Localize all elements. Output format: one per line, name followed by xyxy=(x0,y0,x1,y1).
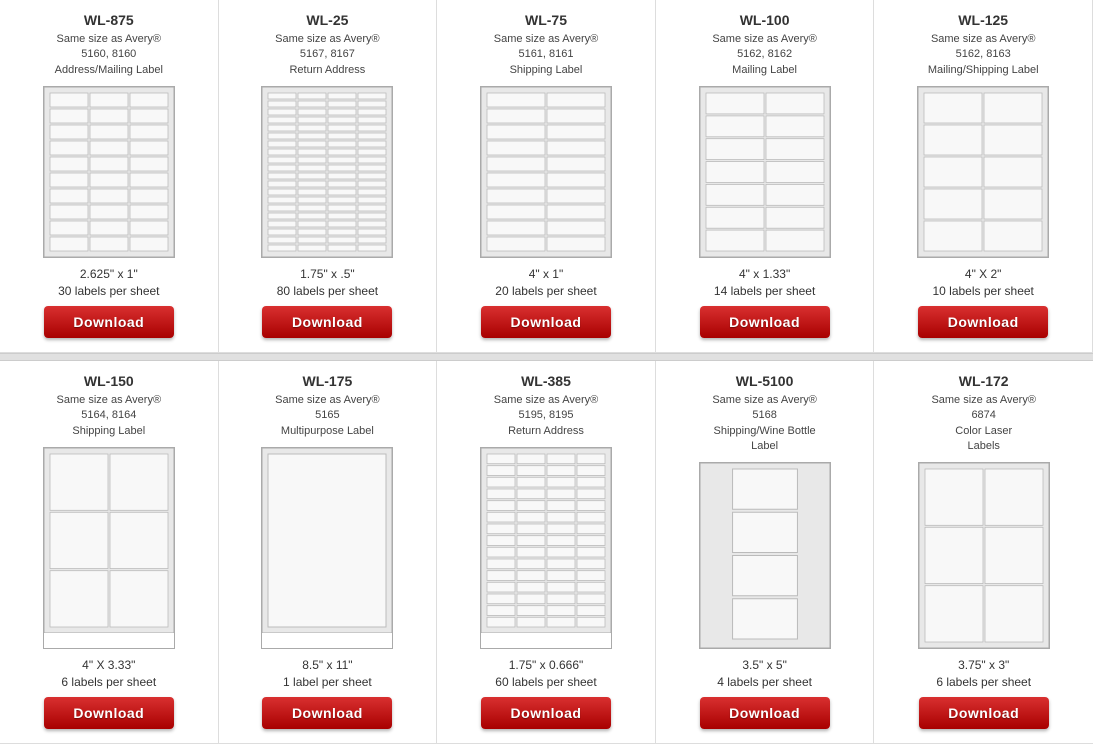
card-size-wl-385: 1.75" x 0.666"60 labels per sheet xyxy=(495,657,596,691)
card-title-wl-175: WL-175 xyxy=(302,373,352,389)
card-size-wl-175: 8.5" x 11"1 label per sheet xyxy=(283,657,372,691)
card-size-wl-25: 1.75" x .5"80 labels per sheet xyxy=(277,266,378,300)
download-button-wl-25[interactable]: Download xyxy=(262,306,392,338)
card-subtitle-wl-175: Same size as Avery®5165Multipurpose Labe… xyxy=(275,393,380,439)
download-button-wl-385[interactable]: Download xyxy=(481,697,611,729)
card-subtitle-wl-875: Same size as Avery®5160, 8160Address/Mai… xyxy=(55,32,163,78)
card-preview-wl-5100 xyxy=(699,462,831,649)
download-button-wl-125[interactable]: Download xyxy=(918,306,1048,338)
card-preview-wl-172 xyxy=(918,462,1050,649)
card-wl-175: WL-175 Same size as Avery®5165Multipurpos… xyxy=(219,361,438,744)
card-preview-wl-125 xyxy=(917,86,1049,258)
main-grid: WL-875 Same size as Avery®5160, 8160Addre… xyxy=(0,0,1093,744)
card-subtitle-wl-25: Same size as Avery®5167, 8167Return Addr… xyxy=(275,32,380,78)
card-title-wl-172: WL-172 xyxy=(959,373,1009,389)
card-wl-172: WL-172 Same size as Avery®6874Color Laser… xyxy=(874,361,1093,744)
card-title-wl-100: WL-100 xyxy=(740,12,790,28)
download-button-wl-172[interactable]: Download xyxy=(919,697,1049,729)
card-wl-100: WL-100 Same size as Avery®5162, 8162Maili… xyxy=(656,0,875,353)
card-preview-wl-875 xyxy=(43,86,175,258)
card-size-wl-100: 4" x 1.33"14 labels per sheet xyxy=(714,266,815,300)
card-wl-75: WL-75 Same size as Avery®5161, 8161Shippi… xyxy=(437,0,656,353)
card-size-wl-172: 3.75" x 3"6 labels per sheet xyxy=(936,657,1031,691)
download-button-wl-875[interactable]: Download xyxy=(44,306,174,338)
download-button-wl-5100[interactable]: Download xyxy=(700,697,830,729)
card-preview-wl-100 xyxy=(699,86,831,258)
download-button-wl-100[interactable]: Download xyxy=(700,306,830,338)
card-subtitle-wl-5100: Same size as Avery®5168Shipping/Wine Bot… xyxy=(712,393,817,455)
card-subtitle-wl-150: Same size as Avery®5164, 8164Shipping La… xyxy=(57,393,162,439)
card-preview-wl-150 xyxy=(43,447,175,649)
card-size-wl-150: 4" X 3.33"6 labels per sheet xyxy=(61,657,156,691)
card-subtitle-wl-385: Same size as Avery®5195, 8195Return Addr… xyxy=(494,393,599,439)
card-size-wl-5100: 3.5" x 5"4 labels per sheet xyxy=(717,657,812,691)
card-subtitle-wl-100: Same size as Avery®5162, 8162Mailing Lab… xyxy=(712,32,817,78)
card-wl-5100: WL-5100 Same size as Avery®5168Shipping/W… xyxy=(656,361,875,744)
download-button-wl-75[interactable]: Download xyxy=(481,306,611,338)
card-wl-385: WL-385 Same size as Avery®5195, 8195Retur… xyxy=(437,361,656,744)
card-title-wl-25: WL-25 xyxy=(306,12,348,28)
card-wl-875: WL-875 Same size as Avery®5160, 8160Addre… xyxy=(0,0,219,353)
card-preview-wl-75 xyxy=(480,86,612,258)
card-preview-wl-175 xyxy=(261,447,393,649)
card-wl-150: WL-150 Same size as Avery®5164, 8164Shipp… xyxy=(0,361,219,744)
card-title-wl-875: WL-875 xyxy=(84,12,134,28)
card-wl-25: WL-25 Same size as Avery®5167, 8167Return… xyxy=(219,0,438,353)
card-subtitle-wl-75: Same size as Avery®5161, 8161Shipping La… xyxy=(494,32,599,78)
card-size-wl-125: 4" X 2"10 labels per sheet xyxy=(932,266,1033,300)
card-subtitle-wl-172: Same size as Avery®6874Color LaserLabels xyxy=(931,393,1036,455)
card-preview-wl-385 xyxy=(480,447,612,649)
card-preview-wl-25 xyxy=(261,86,393,258)
card-title-wl-150: WL-150 xyxy=(84,373,134,389)
card-title-wl-5100: WL-5100 xyxy=(736,373,794,389)
download-button-wl-150[interactable]: Download xyxy=(44,697,174,729)
card-title-wl-125: WL-125 xyxy=(958,12,1008,28)
card-size-wl-875: 2.625" x 1"30 labels per sheet xyxy=(58,266,159,300)
card-size-wl-75: 4" x 1"20 labels per sheet xyxy=(495,266,596,300)
row-separator xyxy=(0,353,1093,361)
card-subtitle-wl-125: Same size as Avery®5162, 8163Mailing/Shi… xyxy=(928,32,1039,78)
download-button-wl-175[interactable]: Download xyxy=(262,697,392,729)
card-title-wl-75: WL-75 xyxy=(525,12,567,28)
card-title-wl-385: WL-385 xyxy=(521,373,571,389)
card-wl-125: WL-125 Same size as Avery®5162, 8163Maili… xyxy=(874,0,1093,353)
